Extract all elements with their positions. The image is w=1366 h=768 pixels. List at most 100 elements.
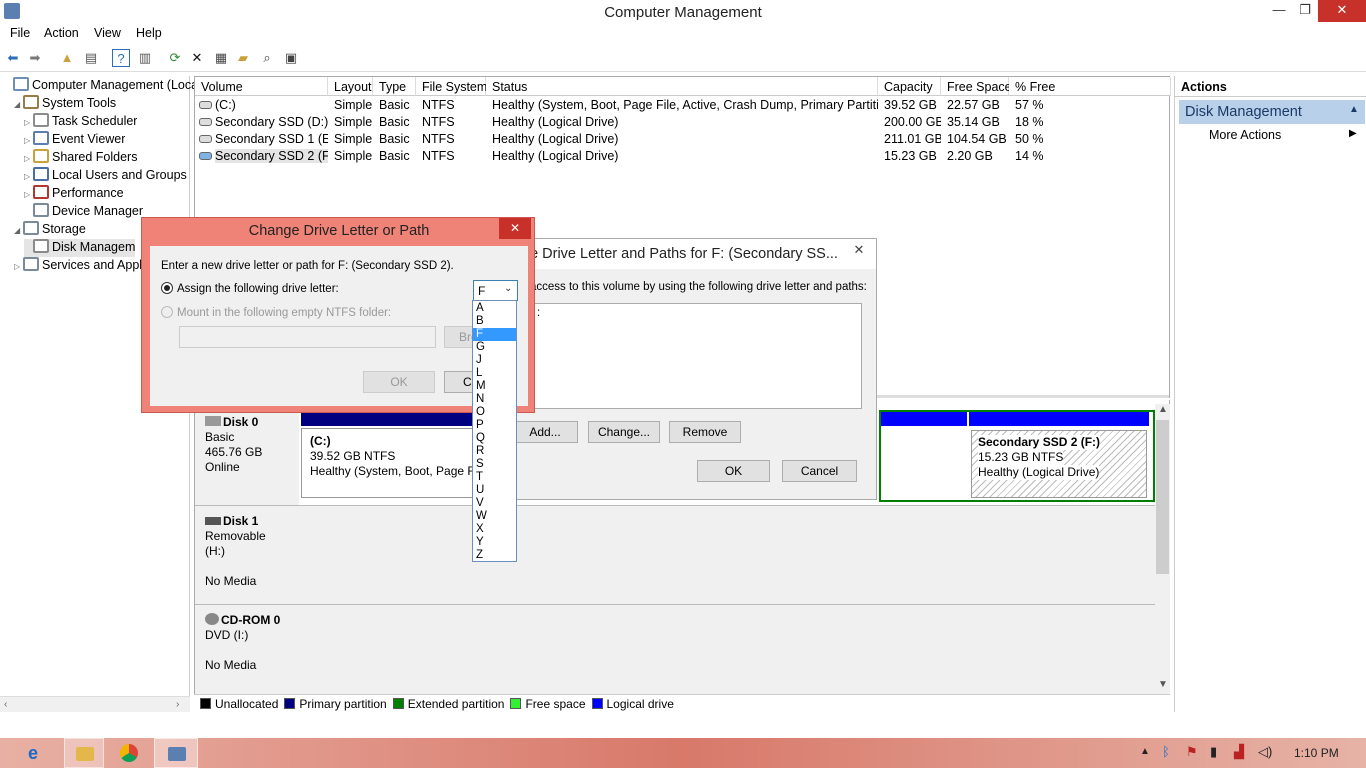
disk-0-info[interactable]: Disk 0 Basic 465.76 GB Online [195,400,299,506]
drive-letter-option[interactable]: T [473,471,516,484]
dialog2-ok-button[interactable]: OK [697,460,770,482]
expand-arrow-icon[interactable]: ▷ [24,154,33,163]
drive-letter-option[interactable]: O [473,406,516,419]
battery-icon[interactable]: ▮ [1210,744,1217,760]
remove-button[interactable]: Remove [669,421,741,443]
drive-letter-option[interactable]: M [473,380,516,393]
drive-letter-option[interactable]: B [473,315,516,328]
show-hide-tree-icon[interactable]: ▤ [82,49,100,67]
cdrom-0-info[interactable]: CD-ROM 0 DVD (I:) No Media [195,605,299,695]
drive-letter-option[interactable]: P [473,419,516,432]
drive-letter-option[interactable]: N [473,393,516,406]
drive-letter-option[interactable]: V [473,497,516,510]
tree-item[interactable]: ▷ Local Users and Groups [24,167,187,185]
expand-arrow-icon[interactable]: ▷ [14,262,23,271]
expand-arrow-icon[interactable]: ◢ [14,100,23,109]
tree-item[interactable]: ◢ Storage [14,221,86,239]
drive-letter-option[interactable]: J [473,354,516,367]
network-icon[interactable]: ▟ [1234,744,1244,760]
drive-letter-option[interactable]: R [473,445,516,458]
column-header[interactable]: Layout [328,77,373,96]
column-header[interactable]: Status [486,77,878,96]
mount-folder-option[interactable]: Mount in the following empty NTFS folder… [161,306,391,319]
more-actions[interactable]: More Actions ▶ [1209,128,1359,142]
table-row[interactable]: Secondary SSD 2 (F:) Simple Basic NTFS Healt… [195,148,1169,165]
menu-file[interactable]: File [10,26,30,40]
drive-letter-option[interactable]: Y [473,536,516,549]
delete-icon[interactable]: ✕ [188,49,206,67]
tray-expand-icon[interactable]: ▲ [1140,746,1150,757]
dialog2-cancel-button[interactable]: Cancel [782,460,857,482]
drive-letter-option[interactable]: G [473,341,516,354]
column-header[interactable]: Type [373,77,416,96]
tree-item[interactable]: ▷ Shared Folders [24,149,137,167]
mount-folder-input[interactable] [179,326,436,348]
menu-action[interactable]: Action [44,26,79,40]
collapse-arrow-icon[interactable]: ▲ [1349,104,1359,115]
search-icon[interactable]: ⌕ [258,49,276,67]
drive-letter-option[interactable]: Z [473,549,516,562]
dialog1-cancel-button[interactable]: Ca [444,371,474,393]
expand-arrow-icon[interactable]: ▷ [24,118,33,127]
drive-letter-select[interactable]: F ⌄ [473,280,518,301]
tree-item[interactable]: ◢ System Tools [14,95,116,113]
drive-letter-dropdown-list[interactable]: ABFGJLMNOPQRSTUVWXYZ [472,300,517,562]
expand-arrow-icon[interactable]: ◢ [14,226,23,235]
tree-item[interactable]: Computer Management (Local [4,77,201,95]
column-header[interactable]: % Free [1009,77,1171,96]
tree-item[interactable]: ▷ Event Viewer [24,131,125,149]
settings-icon[interactable]: ▣ [282,49,300,67]
add-button[interactable]: Add... [512,421,578,443]
dialog1-close-button[interactable]: ✕ [499,218,531,239]
drive-letter-option[interactable]: Q [473,432,516,445]
table-row[interactable]: Secondary SSD (D:) Simple Basic NTFS Healthy… [195,114,1169,131]
internet-explorer-icon[interactable]: e [28,744,48,762]
scroll-down-icon[interactable]: ▼ [1158,679,1168,690]
clock[interactable]: 1:10 PM [1294,746,1339,760]
close-button[interactable]: ✕ [1318,0,1366,22]
menu-help[interactable]: Help [136,26,162,40]
tree-horizontal-scrollbar[interactable]: ‹ › [0,696,190,712]
scroll-left-icon[interactable]: ‹ [4,699,7,710]
dialog2-path-item[interactable]: : [531,304,861,322]
change-button[interactable]: Change... [588,421,660,443]
back-arrow-icon[interactable]: ⬅ [4,49,22,67]
drive-letter-option[interactable]: F [473,328,516,341]
taskbar-file-explorer[interactable] [64,738,104,768]
scroll-up-icon[interactable]: ▲ [1158,404,1168,415]
assign-letter-radio[interactable] [161,282,173,294]
drive-letter-option[interactable]: U [473,484,516,497]
scroll-thumb[interactable] [1156,420,1169,574]
forward-arrow-icon[interactable]: ➡ [26,49,44,67]
show-hide-action-icon[interactable]: ▥ [136,49,154,67]
drive-letter-option[interactable]: S [473,458,516,471]
table-row[interactable]: Secondary SSD 1 (E:) Simple Basic NTFS Healt… [195,131,1169,148]
drive-letter-option[interactable]: L [473,367,516,380]
tree-item[interactable]: ▷ Services and Appli [14,257,145,275]
column-header[interactable]: File System [416,77,487,96]
bluetooth-icon[interactable]: ᛒ [1162,744,1170,759]
tree-item[interactable]: ▷ Task Scheduler [24,113,137,131]
column-header[interactable]: Free Space [941,77,1012,96]
drive-letter-option[interactable]: A [473,302,516,315]
help-icon[interactable]: ? [112,49,130,67]
actions-section-disk-management[interactable]: Disk Management ▲ [1179,100,1365,124]
taskbar-computer-management[interactable] [154,738,198,768]
dialog2-close-icon[interactable]: ✕ [844,242,874,262]
volume-icon[interactable]: ◁) [1258,744,1272,760]
assign-letter-option[interactable]: Assign the following drive letter: [161,282,339,295]
tree-item[interactable]: Device Manager [24,203,143,221]
drive-letter-option[interactable]: X [473,523,516,536]
drive-letter-option[interactable]: W [473,510,516,523]
expand-arrow-icon[interactable]: ▷ [24,190,33,199]
refresh-icon[interactable]: ⟳ [166,49,184,67]
up-folder-icon[interactable]: ▲ [58,49,76,67]
tree-item[interactable]: Disk Managem [24,239,136,257]
menu-view[interactable]: View [94,26,121,40]
mount-folder-radio[interactable] [161,306,173,318]
open-folder-icon[interactable]: ▰ [234,49,252,67]
properties-icon[interactable]: ▦ [212,49,230,67]
dialog1-ok-button[interactable]: OK [363,371,435,393]
partition-f[interactable]: Secondary SSD 2 (F:) 15.23 GB NTFS Healt… [971,430,1147,498]
table-row[interactable]: (C:) Simple Basic NTFS Healthy (System, Boot… [195,97,1169,114]
